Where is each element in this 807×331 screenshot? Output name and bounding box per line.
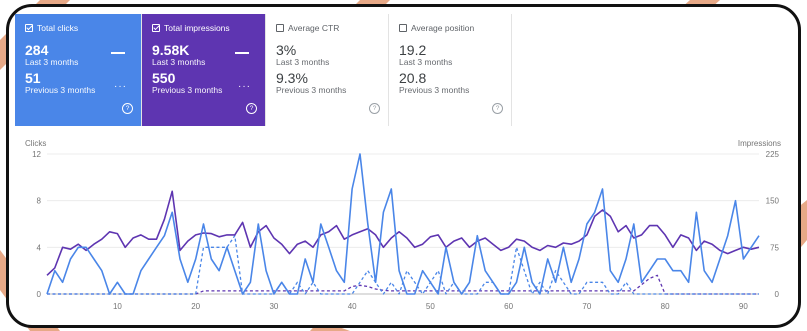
right-tick-label: 150 <box>766 197 780 206</box>
x-tick-label: 80 <box>661 302 670 311</box>
right-axis-label: Impressions <box>738 139 781 148</box>
performance-chart: Clicks Impressions 0 4 8 12 0 75 150 225 10 20 3… <box>25 139 781 311</box>
x-tick-label: 90 <box>739 302 748 311</box>
left-tick-label: 8 <box>37 197 42 206</box>
right-tick-label: 225 <box>766 150 780 159</box>
card-value: 19.2 <box>399 42 427 58</box>
help-circle-icon[interactable]: ? <box>246 103 257 114</box>
card-total-impressions[interactable]: Total impressions 9.58K Last 3 months 55… <box>142 14 266 126</box>
card-value: 9.58K <box>152 42 190 58</box>
series-line-clicks <box>46 153 760 295</box>
left-tick-label: 4 <box>37 243 42 252</box>
x-tick-label: 20 <box>191 302 200 311</box>
chart-gridlines <box>47 153 759 295</box>
card-value: 3% <box>276 42 297 58</box>
left-axis-ticks: 0 4 8 12 <box>32 150 41 299</box>
help-circle-icon[interactable]: ? <box>122 103 133 114</box>
x-tick-label: 40 <box>348 302 357 311</box>
card-header: Average CTR <box>276 22 378 34</box>
card-value: 284 <box>25 42 49 58</box>
checkbox-icon[interactable] <box>276 24 284 32</box>
chart-series <box>46 153 760 295</box>
card-prev-period: Previous 3 months <box>399 85 470 95</box>
card-average-position[interactable]: Average position 19.2 Last 3 months 20.8… <box>389 14 512 126</box>
card-header: Total clicks <box>25 22 131 34</box>
card-label: Average position <box>411 23 475 33</box>
card-label: Total clicks <box>37 23 79 33</box>
card-header: Total impressions <box>152 22 255 34</box>
checkbox-icon[interactable] <box>152 24 160 32</box>
series-line-impressions <box>46 190 760 276</box>
dotted-line-icon: ··· <box>238 81 251 92</box>
dotted-line-icon: ··· <box>114 81 127 92</box>
x-tick-label: 50 <box>426 302 435 311</box>
solid-line-icon <box>111 52 125 54</box>
solid-line-icon <box>235 52 249 54</box>
metric-cards: Total clicks 284 Last 3 months 51 Previo… <box>15 14 512 126</box>
card-prev-value: 9.3% <box>276 70 308 86</box>
x-tick-label: 60 <box>504 302 513 311</box>
card-label: Average CTR <box>288 23 340 33</box>
card-period: Last 3 months <box>399 57 453 67</box>
card-header: Average position <box>399 22 501 34</box>
card-period: Last 3 months <box>152 57 206 67</box>
right-tick-label: 0 <box>775 290 780 299</box>
card-prev-period: Previous 3 months <box>276 85 347 95</box>
checkbox-icon[interactable] <box>399 24 407 32</box>
card-label: Total impressions <box>164 23 230 33</box>
right-tick-label: 75 <box>770 243 779 252</box>
card-total-clicks[interactable]: Total clicks 284 Last 3 months 51 Previo… <box>15 14 142 126</box>
card-average-ctr[interactable]: Average CTR 3% Last 3 months 9.3% Previo… <box>266 14 389 126</box>
series-line-clicks-prev <box>47 235 759 295</box>
x-axis-ticks: 10 20 30 40 50 60 70 80 90 <box>113 302 748 311</box>
checkbox-icon[interactable] <box>25 24 33 32</box>
report-frame: Total clicks 284 Last 3 months 51 Previo… <box>6 4 801 328</box>
card-period: Last 3 months <box>276 57 330 67</box>
left-tick-label: 0 <box>37 290 42 299</box>
right-axis-ticks: 0 75 150 225 <box>766 150 780 299</box>
x-tick-label: 70 <box>582 302 591 311</box>
card-prev-value: 20.8 <box>399 70 427 86</box>
help-circle-icon[interactable]: ? <box>492 103 503 114</box>
x-tick-label: 30 <box>269 302 278 311</box>
help-circle-icon[interactable]: ? <box>369 103 380 114</box>
card-period: Last 3 months <box>25 57 79 67</box>
x-tick-label: 10 <box>113 302 122 311</box>
left-tick-label: 12 <box>32 150 41 159</box>
left-axis-label: Clicks <box>25 139 46 148</box>
